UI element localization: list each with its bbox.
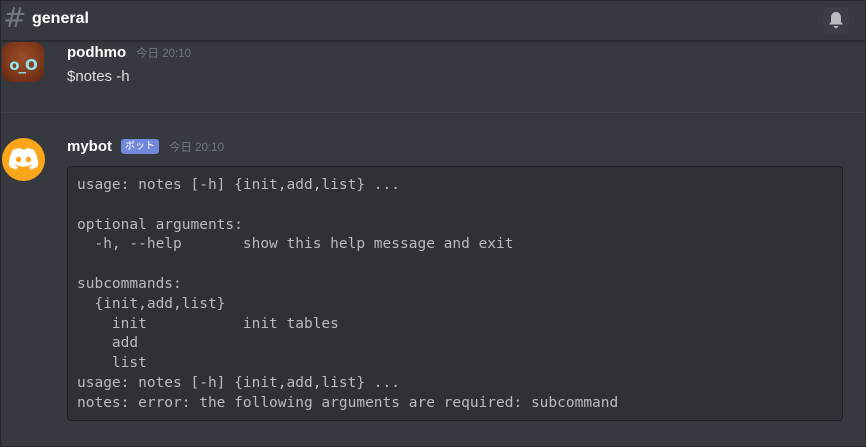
code-block: usage: notes [-h] {init,add,list} ... op… [67,166,843,421]
bot-controller-icon [8,148,39,170]
code-block-text: usage: notes [-h] {init,add,list} ... op… [77,177,619,411]
avatar-face: o_O [9,56,38,74]
message-mybot: mybot ボット 今日 20:10 usage: notes [-h] {in… [1,121,865,441]
avatar[interactable] [2,138,45,181]
message-podhmo: o_O podhmo 今日 20:10 $notes -h [1,40,865,112]
bell-icon[interactable] [823,7,849,33]
avatar[interactable]: o_O [2,42,44,82]
message-text: $notes -h [67,68,130,85]
bot-tag: ボット [121,139,159,154]
chat-window: # general o_O podhmo 今日 20:10 $notes -h … [0,0,866,447]
message-author[interactable]: podhmo [67,44,126,62]
channel-name: general [32,10,89,27]
message-divider [1,112,865,113]
channel-header: # general [1,1,865,41]
message-author[interactable]: mybot [67,138,112,156]
message-timestamp: 今日 20:10 [136,48,191,60]
message-timestamp: 今日 20:10 [169,142,224,154]
hash-icon: # [3,1,27,34]
